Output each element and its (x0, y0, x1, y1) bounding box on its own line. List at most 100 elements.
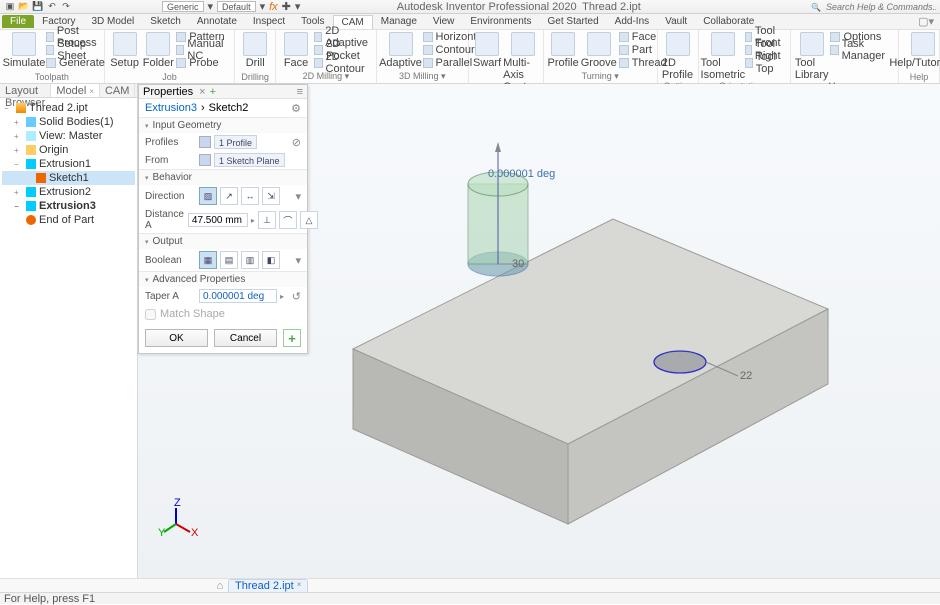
ok-button[interactable]: OK (145, 329, 208, 347)
tab-addins[interactable]: Add-Ins (607, 15, 657, 28)
ribbon-button[interactable]: Tool Isometric (703, 31, 743, 81)
boolean-intersect-button[interactable]: ▥ (241, 251, 259, 269)
tree-node[interactable]: −Extrusion1 (2, 157, 135, 171)
close-icon[interactable]: × (199, 86, 205, 98)
tab-environments[interactable]: Environments (462, 15, 539, 28)
measure-to-button[interactable]: ⊥ (258, 211, 276, 229)
panetab-model[interactable]: Model× (51, 84, 100, 97)
tree-node[interactable]: Sketch1 (2, 171, 135, 185)
tree-node[interactable]: +Origin (2, 143, 135, 157)
tab-view[interactable]: View (425, 15, 463, 28)
taper-input[interactable] (199, 289, 277, 303)
clear-icon[interactable]: ⊘ (292, 136, 301, 149)
tab-inspect[interactable]: Inspect (245, 15, 293, 28)
ribbon-button[interactable]: Drill (239, 31, 271, 69)
ribbon-group: SimulatePost ProcessSetup SheetGenerateT… (0, 30, 105, 83)
reset-icon[interactable]: ↺ (292, 290, 301, 303)
fx-icon[interactable]: fx (269, 1, 278, 13)
close-icon[interactable]: × (297, 580, 302, 592)
breadcrumb-extrusion[interactable]: Extrusion3 (145, 102, 197, 114)
ribbon-button[interactable]: Simulate (4, 31, 44, 69)
help-search[interactable] (811, 1, 936, 13)
select-icon[interactable] (199, 136, 211, 148)
section-advanced[interactable]: Advanced Properties (139, 272, 307, 287)
match-shape-checkbox[interactable]: Match Shape (139, 305, 307, 323)
tree-node[interactable]: −Extrusion3 (2, 199, 135, 213)
open-icon[interactable]: 📂 (18, 1, 30, 13)
document-tab[interactable]: Thread 2.ipt× (228, 579, 308, 592)
cancel-button[interactable]: Cancel (214, 329, 277, 347)
ribbon-small-button[interactable]: Probe (176, 57, 230, 69)
properties-tab[interactable]: Properties (143, 86, 193, 98)
app-icon[interactable]: ▣ (4, 1, 16, 13)
ribbon-collapse-icon[interactable]: ▢▾ (918, 15, 940, 28)
tree-node[interactable]: +View: Master (2, 129, 135, 143)
close-icon[interactable]: × (89, 87, 94, 96)
tree-node[interactable]: End of Part (2, 213, 135, 227)
tab-getstarted[interactable]: Get Started (540, 15, 607, 28)
ribbon-button[interactable]: Adaptive (381, 31, 421, 69)
tab-vault[interactable]: Vault (657, 15, 695, 28)
distance-input[interactable] (188, 213, 248, 227)
ribbon-button[interactable]: Face (280, 31, 312, 69)
section-output[interactable]: Output (139, 234, 307, 249)
coord-gizmo[interactable]: Z X Y (158, 497, 199, 539)
boolean-newsolid-button[interactable]: ◧ (262, 251, 280, 269)
direction-sym-button[interactable]: ↔ (241, 187, 259, 205)
ribbon-small-button[interactable]: Generate (46, 57, 105, 69)
direction-flip-button[interactable]: ↗ (220, 187, 238, 205)
tool-icon (176, 58, 186, 68)
direction-default-button[interactable]: ▨ (199, 187, 217, 205)
boolean-join-button[interactable]: ▦ (199, 251, 217, 269)
through-all-button[interactable]: ⌒ (279, 211, 297, 229)
ribbon-button[interactable]: 2D Profile (662, 31, 694, 81)
add-tab-icon[interactable]: + (210, 86, 216, 98)
ribbon-small-button[interactable]: Manual NC (176, 44, 230, 56)
from-value[interactable]: 1 Sketch Plane (214, 153, 285, 167)
ribbon-small-button[interactable]: Tool Top (745, 57, 786, 69)
to-next-button[interactable]: △ (300, 211, 318, 229)
ribbon-button[interactable]: Setup (109, 31, 141, 69)
profiles-value[interactable]: 1 Profile (214, 135, 257, 149)
panetab-cam[interactable]: CAM (100, 84, 135, 97)
tool-icon (666, 32, 690, 56)
boolean-cut-button[interactable]: ▤ (220, 251, 238, 269)
ribbon-button[interactable]: Groove (581, 31, 617, 69)
apply-plus-button[interactable]: + (283, 329, 301, 347)
ribbon-button[interactable]: Folder (142, 31, 174, 69)
gear-icon[interactable]: ⚙ (291, 102, 301, 115)
tab-annotate[interactable]: Annotate (189, 15, 245, 28)
redo-icon[interactable]: ↷ (60, 1, 72, 13)
undo-icon[interactable]: ↶ (46, 1, 58, 13)
tree-root[interactable]: −Thread 2.ipt (2, 101, 135, 115)
material-combo[interactable]: Generic (162, 1, 204, 12)
tree-node[interactable]: +Solid Bodies(1) (2, 115, 135, 129)
title-bar: ▣ 📂 💾 ↶ ↷ Generic ▾ Default ▾ fx ✚ ▾ Aut… (0, 0, 940, 14)
tab-sketch[interactable]: Sketch (142, 15, 189, 28)
tab-manage[interactable]: Manage (373, 15, 425, 28)
section-input-geometry[interactable]: Input Geometry (139, 118, 307, 133)
ribbon-button[interactable]: Tool Library (795, 31, 829, 81)
tool-icon (511, 32, 535, 56)
tab-file[interactable]: File (2, 15, 34, 28)
dimension-22: 22 (740, 370, 752, 382)
appearance-combo[interactable]: Default (217, 1, 256, 12)
select-icon[interactable] (199, 154, 211, 166)
breadcrumb-sketch[interactable]: Sketch2 (209, 102, 249, 114)
save-icon[interactable]: 💾 (32, 1, 44, 13)
search-input[interactable] (826, 2, 936, 12)
ribbon-small-button[interactable]: 2D Contour (314, 57, 372, 69)
plus-icon[interactable]: ✚ (282, 0, 291, 13)
menu-icon[interactable]: ≡ (297, 86, 303, 98)
ribbon-small-button[interactable]: Setup Sheet (46, 44, 105, 56)
ribbon-small-button[interactable]: Task Manager (830, 44, 894, 56)
direction-asym-button[interactable]: ⇲ (262, 187, 280, 205)
tab-collaborate[interactable]: Collaborate (695, 15, 762, 28)
panetab-layout[interactable]: Layout Browser (0, 84, 51, 97)
home-icon[interactable]: ⌂ (212, 580, 228, 592)
sketch-circle-right[interactable] (654, 351, 706, 373)
section-behavior[interactable]: Behavior (139, 170, 307, 185)
ribbon-button[interactable]: Profile (548, 31, 579, 69)
ribbon-button[interactable]: Help/Tutorials (903, 31, 940, 69)
tree-node[interactable]: +Extrusion2 (2, 185, 135, 199)
